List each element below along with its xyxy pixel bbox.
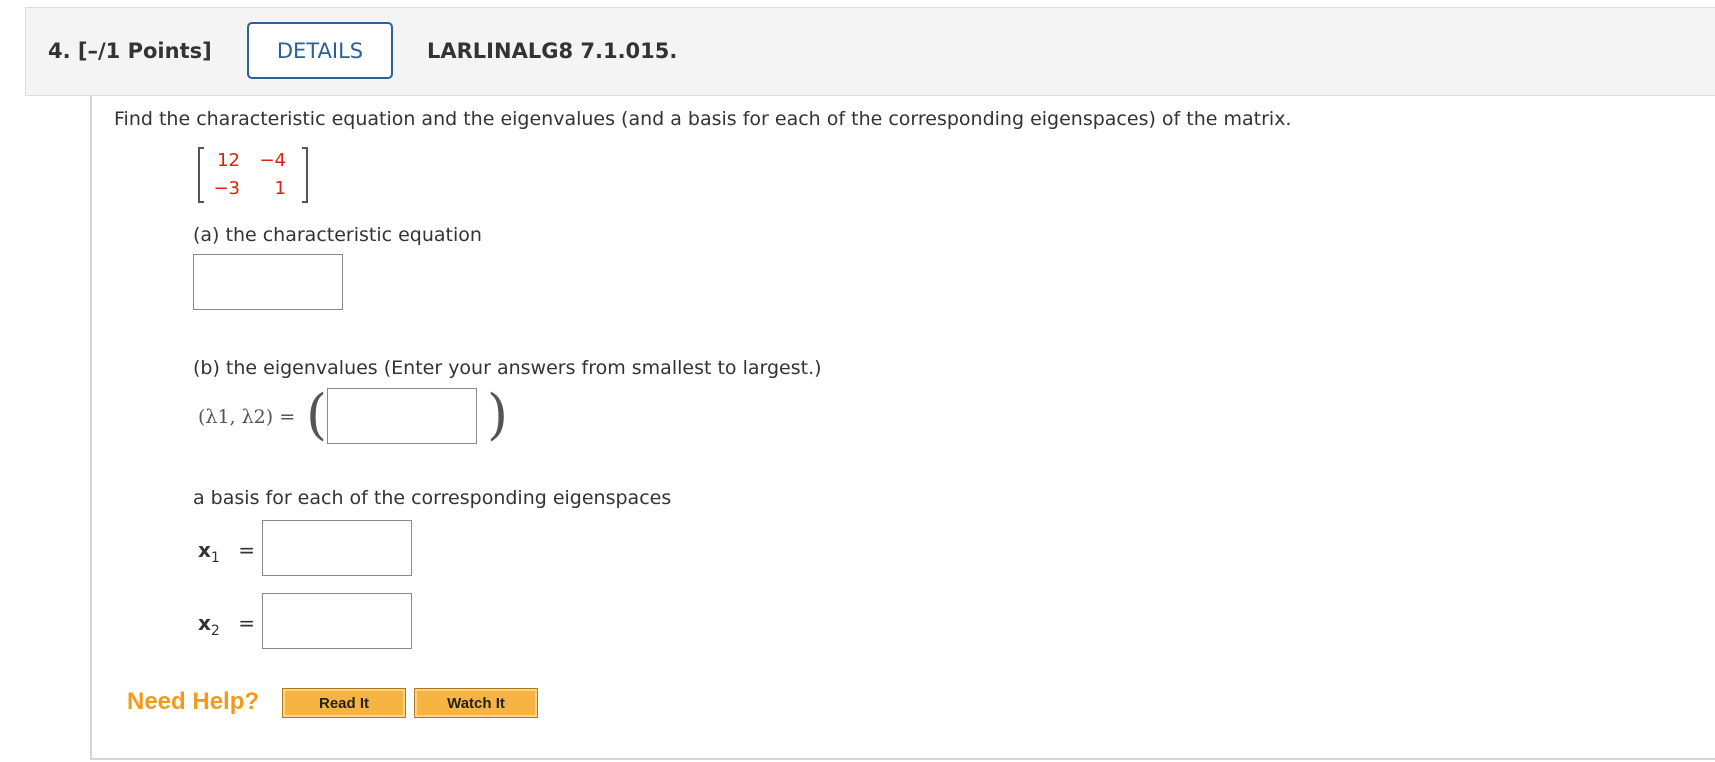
right-paren: ) — [487, 383, 509, 446]
details-button[interactable]: DETAILS — [247, 22, 393, 79]
matrix-cell: 12 — [217, 150, 240, 171]
part-a-label: (a) the characteristic equation — [193, 224, 482, 246]
x1-label: x1 = — [198, 538, 255, 566]
matrix-cell: −3 — [213, 178, 240, 199]
x1-symbol: x — [198, 538, 211, 562]
x2-symbol: x — [198, 611, 211, 635]
matrix-right-bracket — [302, 147, 308, 203]
eigenvalues-lhs: (λ1, λ2) = — [198, 406, 296, 428]
question-header: 4. [–/1 Points] DETAILS LARLINALG8 7.1.0… — [25, 7, 1715, 96]
x2-subscript: 2 — [210, 623, 220, 639]
matrix-cell: 1 — [274, 178, 286, 199]
matrix: 12 −4 −3 1 — [198, 145, 308, 205]
matrix-cell: −4 — [259, 150, 286, 171]
characteristic-equation-input[interactable] — [193, 254, 343, 310]
basis-label: a basis for each of the corresponding ei… — [193, 487, 672, 509]
eigenvalues-input[interactable] — [327, 388, 477, 444]
part-b-label: (b) the eigenvalues (Enter your answers … — [193, 357, 822, 379]
watch-it-button[interactable]: Watch It — [414, 688, 538, 718]
question-prompt: Find the characteristic equation and the… — [114, 108, 1292, 130]
x2-equals: = — [238, 611, 255, 635]
question-number: 4. — [48, 39, 71, 63]
need-help-label: Need Help? — [127, 688, 260, 715]
x1-subscript: 1 — [210, 550, 220, 566]
x2-label: x2 = — [198, 611, 255, 639]
read-it-button[interactable]: Read It — [282, 688, 406, 718]
left-paren: ( — [306, 383, 328, 446]
question-number-points: 4. [–/1 Points] — [48, 39, 212, 63]
question-points: [–/1 Points] — [77, 39, 212, 63]
x2-basis-input[interactable] — [262, 593, 412, 649]
question-code: LARLINALG8 7.1.015. — [427, 39, 678, 63]
x1-equals: = — [238, 538, 255, 562]
x1-basis-input[interactable] — [262, 520, 412, 576]
